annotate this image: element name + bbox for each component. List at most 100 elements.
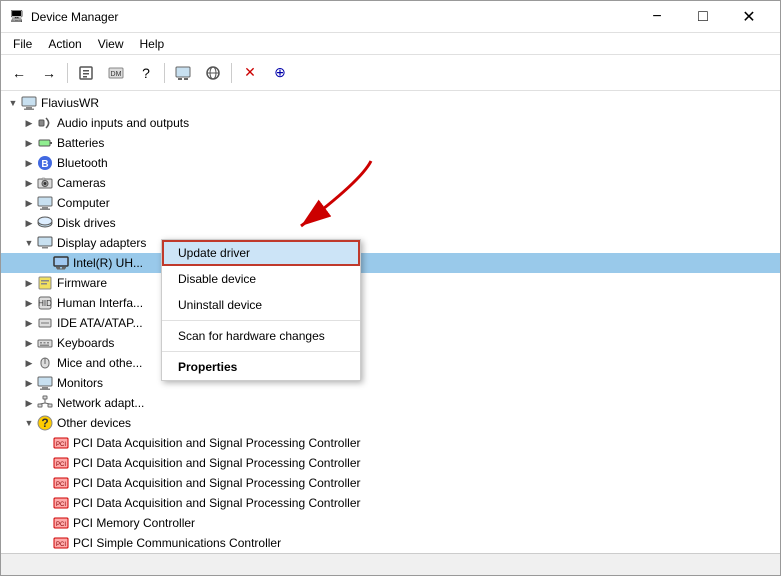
- ctx-separator-2: [162, 351, 360, 352]
- intel-expander: [37, 255, 53, 271]
- firmware-expander[interactable]: ▶: [21, 275, 37, 291]
- toolbar: ← → DM ?: [1, 55, 780, 91]
- window-controls: − □ ✕: [634, 1, 772, 33]
- pci-memory-label: PCI Memory Controller: [73, 516, 195, 530]
- menu-action[interactable]: Action: [40, 35, 89, 53]
- device-tree[interactable]: ▼ FlaviusWR ▶: [1, 91, 780, 553]
- mice-expander[interactable]: ▶: [21, 355, 37, 371]
- tree-item-intel[interactable]: Intel(R) UH...: [1, 253, 780, 273]
- tree-item-disk[interactable]: ▶ Disk drives: [1, 213, 780, 233]
- tree-item-mice[interactable]: ▶ Mice and othe...: [1, 353, 780, 373]
- root-label: FlaviusWR: [41, 96, 99, 110]
- scan-hardware-button[interactable]: [169, 59, 197, 87]
- bluetooth-label: Bluetooth: [57, 156, 108, 170]
- ctx-disable-device[interactable]: Disable device: [162, 266, 360, 292]
- tree-item-hid[interactable]: ▶ HID Human Interfa...: [1, 293, 780, 313]
- display-expander[interactable]: ▼: [21, 235, 37, 251]
- pci2-label: PCI Data Acquisition and Signal Processi…: [73, 456, 360, 470]
- ctx-uninstall-device[interactable]: Uninstall device: [162, 292, 360, 318]
- hid-expander[interactable]: ▶: [21, 295, 37, 311]
- forward-button[interactable]: →: [35, 59, 63, 87]
- tree-item-batteries[interactable]: ▶ Batteries: [1, 133, 780, 153]
- audio-expander[interactable]: ▶: [21, 115, 37, 131]
- bluetooth-expander[interactable]: ▶: [21, 155, 37, 171]
- svg-text:B: B: [41, 159, 48, 170]
- tree-item-computer[interactable]: ▶ Computer: [1, 193, 780, 213]
- window-title: Device Manager: [31, 10, 634, 24]
- cameras-expander[interactable]: ▶: [21, 175, 37, 191]
- bluetooth-icon: B: [37, 155, 53, 171]
- network-label: Network adapt...: [57, 396, 144, 410]
- svg-text:PCI: PCI: [56, 522, 66, 528]
- svg-text:PCI: PCI: [56, 542, 66, 548]
- properties-toolbar-button[interactable]: [72, 59, 100, 87]
- mice-icon: [37, 355, 53, 371]
- help-toolbar-button[interactable]: ?: [132, 59, 160, 87]
- tree-item-network[interactable]: ▶ Network adapt...: [1, 393, 780, 413]
- monitors-label: Monitors: [57, 376, 103, 390]
- pci4-icon: PCI: [53, 495, 69, 511]
- add-button[interactable]: ⊕: [266, 59, 294, 87]
- disk-expander[interactable]: ▶: [21, 215, 37, 231]
- tree-root[interactable]: ▼ FlaviusWR: [1, 93, 780, 113]
- monitors-expander[interactable]: ▶: [21, 375, 37, 391]
- back-button[interactable]: ←: [5, 59, 33, 87]
- keyboards-icon: [37, 335, 53, 351]
- network-icon: [37, 395, 53, 411]
- tree-item-pci1[interactable]: PCI PCI Data Acquisition and Signal Proc…: [1, 433, 780, 453]
- tree-item-bluetooth[interactable]: ▶ B Bluetooth: [1, 153, 780, 173]
- close-button[interactable]: ✕: [726, 1, 772, 33]
- display-label: Display adapters: [57, 236, 146, 250]
- device-manager-window: 🖥 Device Manager − □ ✕ File Action View …: [0, 0, 781, 576]
- tree-item-display[interactable]: ▼ Display adapters: [1, 233, 780, 253]
- ctx-update-driver[interactable]: Update driver: [162, 240, 360, 266]
- tree-item-monitors[interactable]: ▶ Monitors: [1, 373, 780, 393]
- minimize-button[interactable]: −: [634, 1, 680, 33]
- keyboards-expander[interactable]: ▶: [21, 335, 37, 351]
- monitors-icon: [37, 375, 53, 391]
- toolbar-separator-1: [67, 63, 68, 83]
- root-expander[interactable]: ▼: [5, 95, 21, 111]
- disk-icon: [37, 215, 53, 231]
- batteries-expander[interactable]: ▶: [21, 135, 37, 151]
- menu-view[interactable]: View: [90, 35, 132, 53]
- disk-label: Disk drives: [57, 216, 116, 230]
- cameras-icon: [37, 175, 53, 191]
- ctx-scan-hardware[interactable]: Scan for hardware changes: [162, 323, 360, 349]
- tree-item-audio[interactable]: ▶ Audio inputs and outputs: [1, 113, 780, 133]
- status-bar: [1, 553, 780, 575]
- other-label: Other devices: [57, 416, 131, 430]
- display-icon: [37, 235, 53, 251]
- menu-help[interactable]: Help: [132, 35, 173, 53]
- tree-item-pci4[interactable]: PCI PCI Data Acquisition and Signal Proc…: [1, 493, 780, 513]
- pci4-label: PCI Data Acquisition and Signal Processi…: [73, 496, 360, 510]
- tree-item-pci-memory[interactable]: PCI PCI Memory Controller: [1, 513, 780, 533]
- network-expander[interactable]: ▶: [21, 395, 37, 411]
- svg-text:PCI: PCI: [56, 462, 66, 468]
- computer-expander[interactable]: ▶: [21, 195, 37, 211]
- tree-item-pci3[interactable]: PCI PCI Data Acquisition and Signal Proc…: [1, 473, 780, 493]
- tree-item-ide[interactable]: ▶ IDE ATA/ATAP...: [1, 313, 780, 333]
- computer-tree-icon: [37, 195, 53, 211]
- tree-item-pci2[interactable]: PCI PCI Data Acquisition and Signal Proc…: [1, 453, 780, 473]
- mice-label: Mice and othe...: [57, 356, 142, 370]
- ide-expander[interactable]: ▶: [21, 315, 37, 331]
- tree-item-firmware[interactable]: ▶ Firmware: [1, 273, 780, 293]
- pci1-label: PCI Data Acquisition and Signal Processi…: [73, 436, 360, 450]
- computer-label: Computer: [57, 196, 110, 210]
- ctx-separator: [162, 320, 360, 321]
- ctx-properties[interactable]: Properties: [162, 354, 360, 380]
- maximize-button[interactable]: □: [680, 1, 726, 33]
- menu-file[interactable]: File: [5, 35, 40, 53]
- intel-icon: [53, 255, 69, 271]
- intel-label: Intel(R) UH...: [73, 256, 143, 270]
- tree-item-cameras[interactable]: ▶ Cameras: [1, 173, 780, 193]
- tree-item-pci-simple[interactable]: PCI PCI Simple Communications Controller: [1, 533, 780, 553]
- remove-button[interactable]: ✕: [236, 59, 264, 87]
- update-driver-toolbar-button[interactable]: DM: [102, 59, 130, 87]
- other-expander[interactable]: ▼: [21, 415, 37, 431]
- tree-item-other[interactable]: ▼ ? Other devices: [1, 413, 780, 433]
- pci-simple-label: PCI Simple Communications Controller: [73, 536, 281, 550]
- network-button[interactable]: [199, 59, 227, 87]
- tree-item-keyboards[interactable]: ▶ Keyboards: [1, 333, 780, 353]
